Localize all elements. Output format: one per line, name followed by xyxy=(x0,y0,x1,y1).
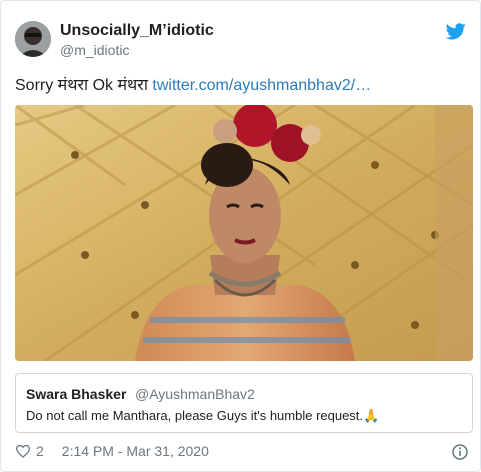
tweet-image[interactable] xyxy=(15,105,473,361)
info-icon[interactable] xyxy=(452,444,468,460)
tweet-link[interactable]: twitter.com/ayushmanbhav2/… xyxy=(152,77,371,94)
tweet-text: Sorry मंथरा Ok मंथरा twitter.com/ayushma… xyxy=(15,73,371,95)
tweet-text-body: Sorry मंथरा Ok मंथरा xyxy=(15,77,153,94)
heart-icon[interactable] xyxy=(15,444,31,458)
author-name[interactable]: Unsocially_M’idiotic xyxy=(60,22,214,40)
quoted-author-name: Swara Bhasker xyxy=(26,386,127,402)
quoted-author-handle: @AyushmanBhav2 xyxy=(135,386,255,402)
author-handle[interactable]: @m_idiotic xyxy=(60,42,129,58)
quoted-tweet[interactable]: Swara Bhasker @AyushmanBhav2 Do not call… xyxy=(15,373,473,433)
tweet-footer: 2 2:14 PM - Mar 31, 2020 xyxy=(15,443,209,459)
avatar[interactable] xyxy=(15,21,51,57)
tweet-timestamp[interactable]: 2:14 PM - Mar 31, 2020 xyxy=(62,443,209,459)
tweet-card: Unsocially_M’idiotic @m_idiotic Sorry मं… xyxy=(0,0,481,472)
twitter-bird-icon[interactable] xyxy=(446,23,466,40)
quoted-text: Do not call me Manthara, please Guys it'… xyxy=(26,408,380,423)
like-count[interactable]: 2 xyxy=(36,443,44,459)
